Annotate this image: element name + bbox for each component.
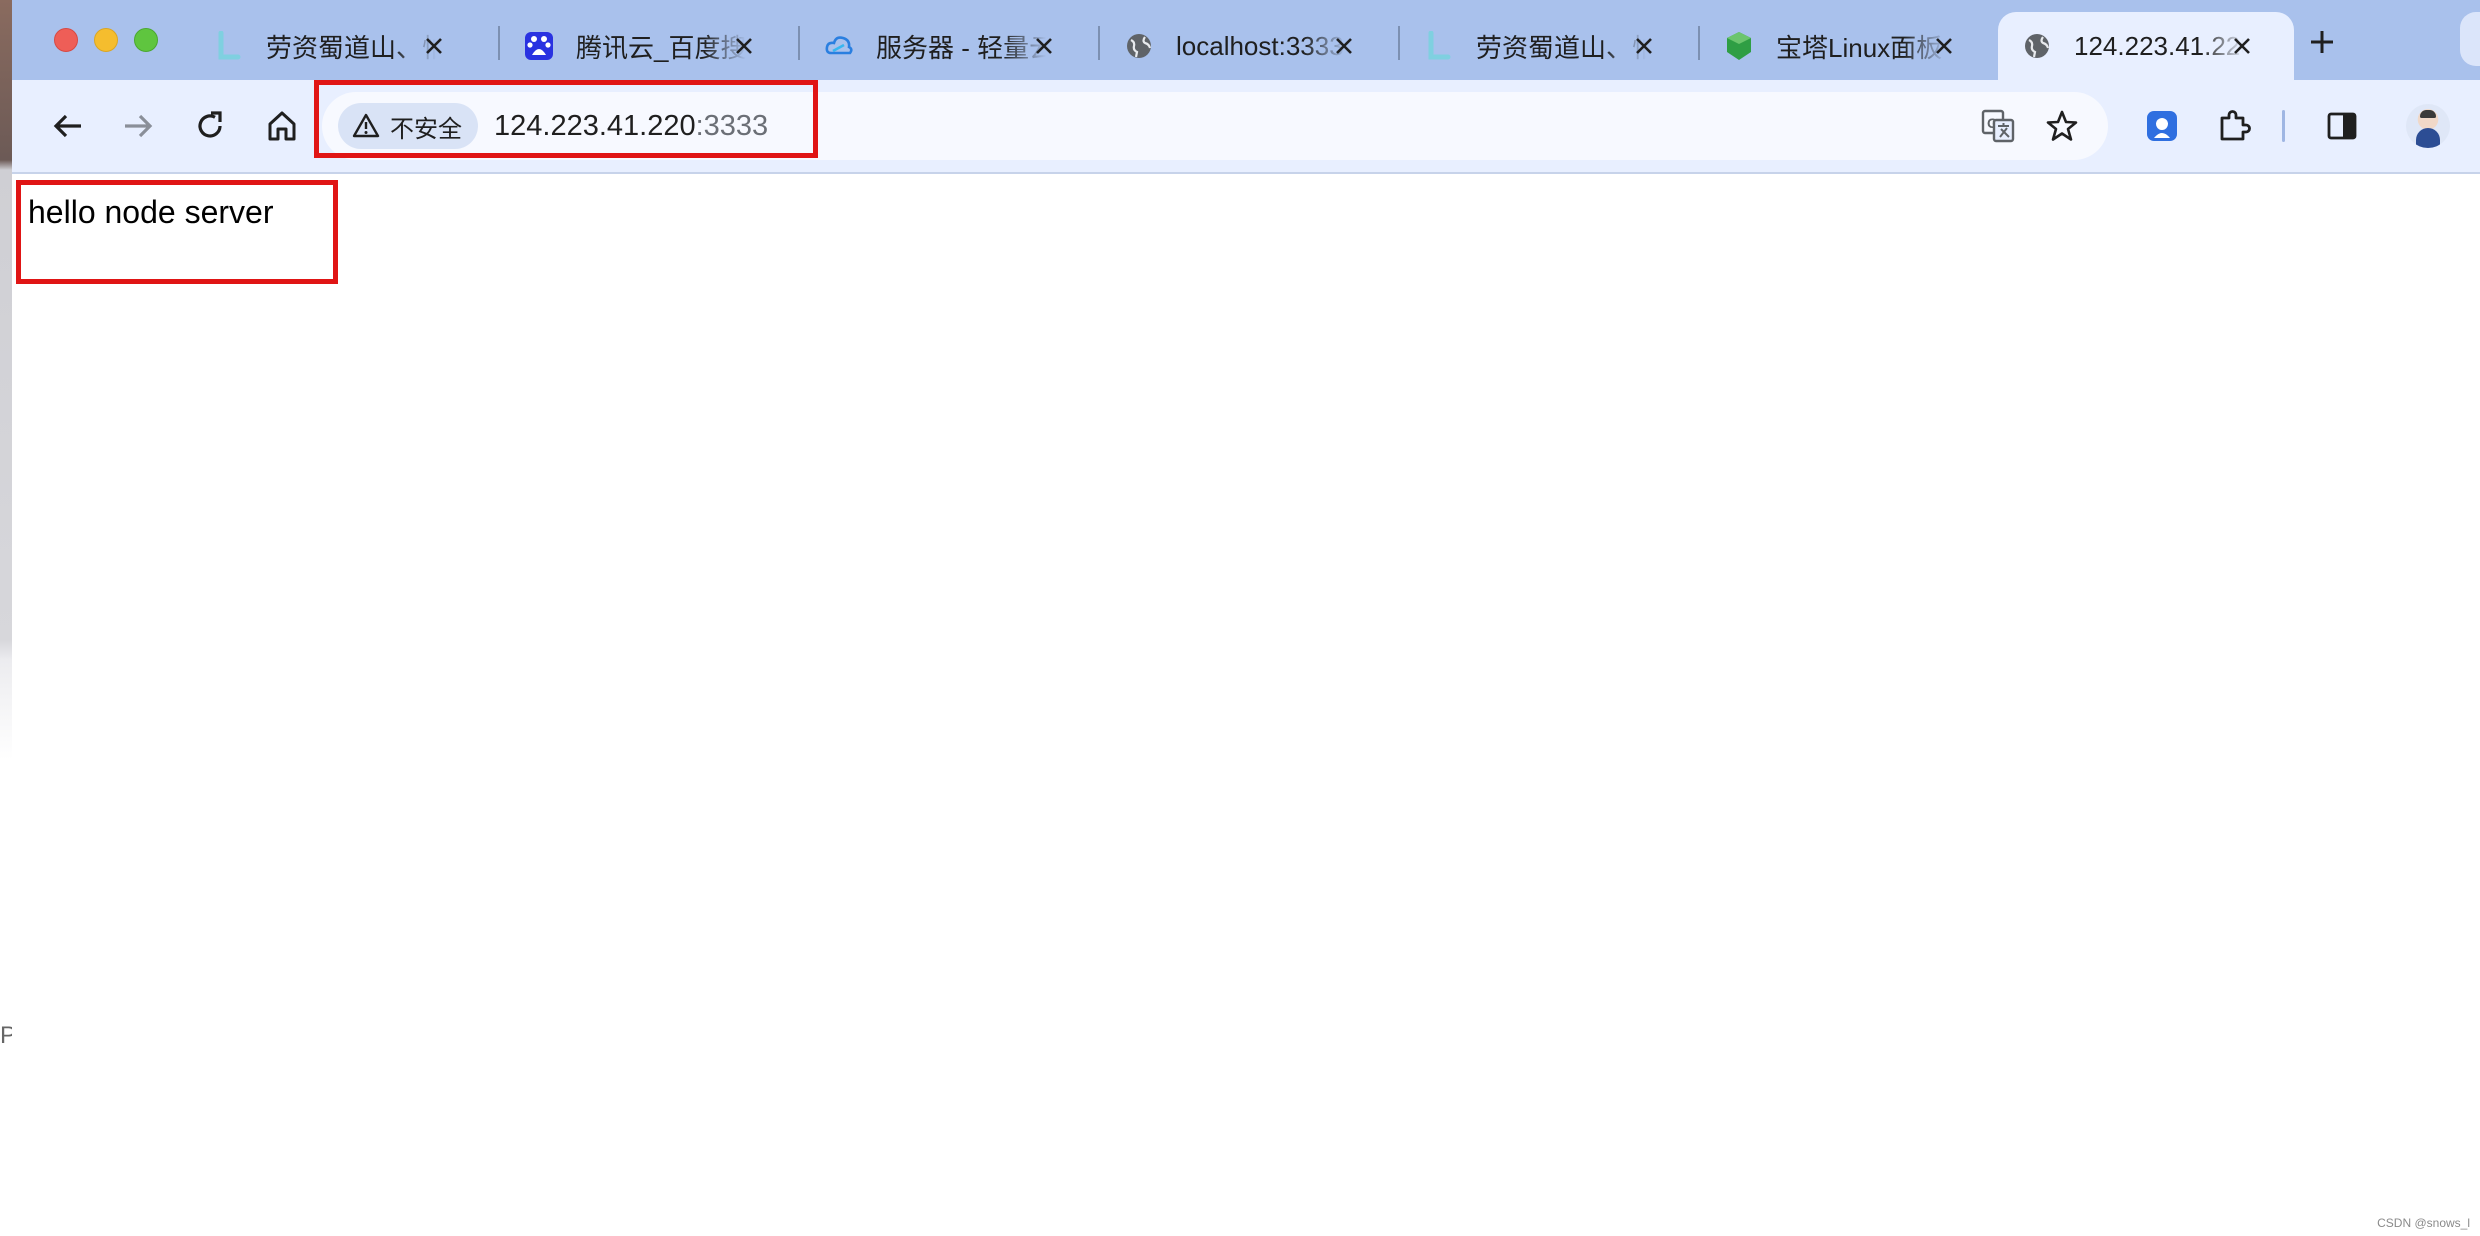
tab-4[interactable]: localhost:3333 — [1100, 12, 1396, 80]
extension-button[interactable] — [2140, 104, 2184, 148]
avatar-body — [2416, 128, 2440, 148]
window-minimize-button[interactable] — [94, 28, 118, 52]
toolbar-divider — [2282, 110, 2285, 142]
globe-icon — [2022, 31, 2052, 61]
tencent-cloud-icon — [824, 31, 854, 61]
globe-icon — [1124, 31, 1154, 61]
content-highlight-box — [16, 180, 338, 284]
blue-extension-icon — [2147, 111, 2177, 141]
star-icon — [2046, 110, 2078, 141]
bookmark-button[interactable] — [2042, 106, 2082, 146]
close-icon[interactable] — [1630, 32, 1658, 60]
tab-title: localhost:3333 — [1176, 30, 1344, 61]
watermark: CSDN @snows_l — [2377, 1216, 2470, 1230]
side-panel-button[interactable] — [2320, 104, 2364, 148]
page-content: hello node server CSDN @snows_l — [12, 174, 2480, 1236]
tab-title: 宝塔Linux面板 — [1776, 32, 1943, 63]
home-icon — [268, 111, 296, 141]
arrow-right-icon — [125, 114, 153, 138]
baidu-paw-icon — [524, 31, 554, 61]
close-icon[interactable] — [1330, 32, 1358, 60]
tab-5[interactable]: 劳资蜀道山、怕 — [1400, 12, 1696, 80]
close-icon[interactable] — [1930, 32, 1958, 60]
tab-6[interactable]: 宝塔Linux面板 — [1700, 12, 1996, 80]
reload-icon — [198, 111, 222, 138]
window-zoom-button[interactable] — [134, 28, 158, 52]
tab-title: 腾讯云_百度搜 — [576, 32, 746, 63]
arrow-left-icon — [53, 114, 81, 138]
tab-title: 124.223.41.220 — [2074, 30, 2244, 61]
desktop-backdrop: P — [0, 0, 16, 1236]
window-close-button[interactable] — [54, 28, 78, 52]
tab-title: 劳资蜀道山、怕 — [266, 32, 436, 63]
translate-button[interactable]: G — [1978, 106, 2018, 146]
tab-2[interactable]: 腾讯云_百度搜 — [500, 12, 796, 80]
bt-panel-icon — [1724, 31, 1754, 61]
l-logo-icon — [1424, 31, 1454, 61]
close-icon[interactable] — [1030, 32, 1058, 60]
profile-avatar[interactable] — [2406, 104, 2450, 148]
forward-button[interactable] — [116, 104, 160, 148]
tab-search-button[interactable] — [2460, 12, 2480, 66]
close-icon[interactable] — [2228, 32, 2256, 60]
avatar-hair — [2420, 110, 2436, 118]
plus-icon — [2311, 31, 2333, 53]
tab-1[interactable]: 劳资蜀道山、怕 — [190, 12, 486, 80]
extensions-menu-button[interactable] — [2212, 104, 2256, 148]
side-panel-icon — [2327, 112, 2357, 140]
back-button[interactable] — [46, 104, 90, 148]
new-tab-button[interactable] — [2302, 22, 2342, 62]
l-logo-icon — [214, 31, 244, 61]
home-button[interactable] — [260, 104, 304, 148]
translate-icon: G — [1981, 109, 2015, 143]
close-icon[interactable] — [730, 32, 758, 60]
tab-title: 劳资蜀道山、怕 — [1476, 32, 1646, 63]
tab-3[interactable]: 服务器 - 轻量云 — [800, 12, 1096, 80]
browser-window: 劳资蜀道山、怕 腾讯云_百度搜 服务器 - 轻量云 localhost:3333… — [12, 0, 2480, 1236]
tab-title: 服务器 - 轻量云 — [876, 32, 1046, 63]
close-icon[interactable] — [420, 32, 448, 60]
reload-button[interactable] — [188, 104, 232, 148]
puzzle-icon — [2220, 110, 2251, 141]
url-highlight-box — [314, 80, 818, 158]
tab-strip: 劳资蜀道山、怕 腾讯云_百度搜 服务器 - 轻量云 localhost:3333… — [12, 0, 2480, 80]
tab-7-active[interactable]: 124.223.41.220 — [1998, 12, 2294, 80]
